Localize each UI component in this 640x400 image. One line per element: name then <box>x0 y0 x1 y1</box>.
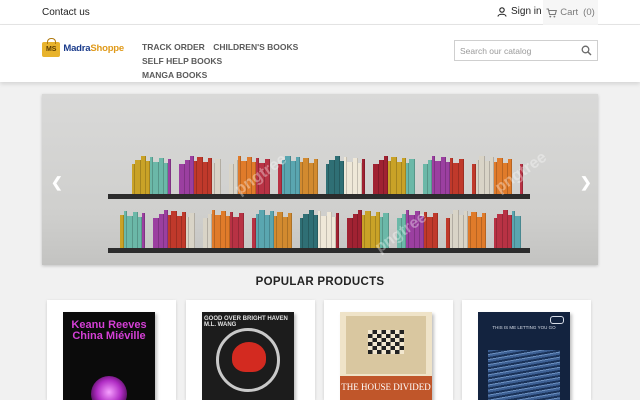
cart-label: Cart <box>560 7 579 18</box>
section-title: POPULAR PRODUCTS <box>255 276 385 288</box>
cart-count: (0) <box>583 7 595 18</box>
product-card[interactable]: GOOD OVER BRIGHT HAVEN M.L. WANG <box>186 300 315 400</box>
book-cover-image: GOOD OVER BRIGHT HAVEN M.L. WANG <box>202 312 294 400</box>
product-card[interactable]: THIS IS ME LETTING YOU GO <box>462 300 591 400</box>
book-spine <box>433 213 438 248</box>
product-card[interactable]: Keanu Reeves China Miéville <box>47 300 176 400</box>
search-input[interactable] <box>455 41 573 61</box>
shopping-bag-logo-icon: MS <box>42 37 61 57</box>
sign-in-label: Sign in <box>511 6 542 17</box>
nav-manga-books[interactable]: MANGA BOOKS <box>142 70 207 80</box>
book-spine <box>142 213 145 248</box>
book-spine <box>215 159 221 194</box>
book-spine <box>362 159 365 194</box>
book-spine <box>515 216 521 248</box>
carousel-next-arrow-icon[interactable]: ❯ <box>580 174 592 191</box>
user-icon <box>497 6 507 17</box>
product-card[interactable]: THE HOUSE DIVIDED <box>324 300 453 400</box>
hero-carousel[interactable]: pngtree pngtree pngtree ❮ ❯ <box>42 94 598 265</box>
nav-childrens-books[interactable]: CHILDREN'S BOOKS <box>213 42 298 52</box>
search-box <box>454 40 598 61</box>
nav-self-help-books[interactable]: SELF HELP BOOKS <box>142 56 222 66</box>
contact-link[interactable]: Contact us <box>42 7 90 18</box>
nav-track-order[interactable]: TRACK ORDER <box>142 42 205 52</box>
book-cover-image: THIS IS ME LETTING YOU GO <box>478 312 570 400</box>
cart-button[interactable]: Cart (0) <box>543 0 598 25</box>
top-shelf <box>108 194 530 199</box>
site-logo[interactable]: MS MadraShoppe <box>42 37 124 59</box>
bottom-shelf <box>108 248 530 253</box>
book-spine <box>459 159 464 194</box>
book-spine <box>288 213 292 248</box>
site-header: MS MadraShoppe TRACK ORDER CHILDREN'S BO… <box>0 25 640 82</box>
book-spine <box>239 213 244 248</box>
book-spine <box>168 159 171 194</box>
book-spine <box>189 213 195 248</box>
logo-name: MadraShoppe <box>63 43 124 54</box>
book-spine <box>336 213 339 248</box>
book-cover-image: Keanu Reeves China Miéville <box>63 312 155 400</box>
book-spine <box>314 159 318 194</box>
main-nav: TRACK ORDER CHILDREN'S BOOKS SELF HELP B… <box>142 40 382 82</box>
search-icon[interactable] <box>581 45 592 56</box>
book-spine <box>482 213 486 248</box>
book-cover-image: THE HOUSE DIVIDED <box>340 312 432 400</box>
top-bar: Contact us Sign in Cart (0) <box>0 0 640 25</box>
book-spine <box>409 159 415 194</box>
shopping-cart-icon <box>546 7 558 17</box>
sign-in-link[interactable]: Sign in <box>497 6 542 17</box>
carousel-prev-arrow-icon[interactable]: ❮ <box>51 174 63 191</box>
